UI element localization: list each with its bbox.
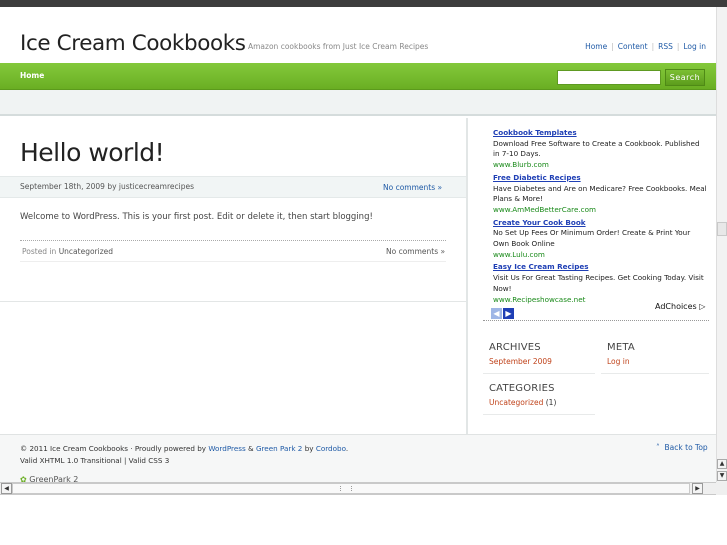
adchoices-icon: ▷ [699, 302, 706, 311]
scroll-up-icon[interactable]: ▲ [717, 459, 727, 469]
vertical-scrollbar[interactable] [716, 7, 727, 482]
top-links: Home | Content | RSS | Log in [585, 42, 706, 51]
post-body: Welcome to WordPress. This is your first… [20, 212, 373, 222]
footer-comments-link[interactable]: No comments » [386, 247, 445, 256]
ad-nav: ◀ ▶ [491, 301, 515, 320]
link-separator: | [676, 42, 680, 51]
amp-text: & [248, 444, 254, 453]
post-date-author: September 18th, 2009 by justicecreamreci… [20, 182, 194, 191]
category-item: Uncategorized (1) [489, 398, 556, 407]
ad-block: Cookbook Templates Download Free Softwar… [493, 128, 708, 307]
copyright-text: © 2011 Ice Cream Cookbooks · Proudly pow… [20, 444, 207, 453]
back-to-top-link[interactable]: ˄ Back to Top [656, 443, 708, 452]
vertical-scrollbar-thumb[interactable] [717, 222, 727, 236]
chevron-left-icon[interactable]: ◀ [491, 308, 502, 319]
link-separator: | [611, 42, 614, 51]
scrollbar-corner [716, 482, 727, 495]
up-arrow-icon: ˄ [656, 443, 660, 452]
adchoices-label: AdChoices [655, 302, 697, 311]
category-link[interactable]: Uncategorized [489, 398, 543, 407]
scroll-left-icon[interactable]: ◀ [1, 483, 12, 494]
validation-links[interactable]: Valid XHTML 1.0 Transitional | Valid CSS… [20, 456, 169, 465]
category-link[interactable]: Uncategorized [59, 247, 113, 256]
ad-item[interactable]: Easy Ice Cream Recipes Visit Us For Grea… [493, 262, 708, 305]
ad-title[interactable]: Free Diabetic Recipes [493, 173, 708, 184]
categories-heading: CATEGORIES [489, 383, 555, 394]
scroll-right-icon[interactable]: ▶ [692, 483, 703, 494]
posted-in: Posted in Uncategorized [22, 247, 113, 256]
post-title[interactable]: Hello world! [20, 138, 165, 167]
wordpress-link[interactable]: WordPress [208, 444, 245, 453]
archives-heading: ARCHIVES [489, 342, 541, 353]
nav-item-home[interactable]: Home [20, 71, 44, 80]
by-text: by [304, 444, 314, 453]
main-navbar: Home Search [0, 63, 716, 90]
widget-divider [601, 373, 709, 374]
ad-separator [483, 320, 709, 321]
top-link-login[interactable]: Log in [683, 42, 706, 51]
back-to-top-label: Back to Top [664, 443, 708, 452]
footer-credits: © 2011 Ice Cream Cookbooks · Proudly pow… [20, 444, 349, 453]
ad-text: No Set Up Fees Or Minimum Order! Create … [493, 228, 691, 249]
ad-text: Download Free Software to Create a Cookb… [493, 138, 700, 159]
site-description: Amazon cookbooks from Just Ice Cream Rec… [248, 42, 429, 51]
meta-heading: META [607, 342, 635, 353]
author-link[interactable]: Cordobo [316, 444, 346, 453]
top-link-rss[interactable]: RSS [658, 42, 673, 51]
ad-title[interactable]: Create Your Cook Book [493, 218, 708, 229]
adchoices-link[interactable]: AdChoices ▷ [655, 302, 705, 311]
scroll-down-icon[interactable]: ▼ [717, 471, 727, 481]
scrollbar-grip [340, 486, 352, 491]
meta-login-link[interactable]: Log in [607, 357, 630, 366]
ad-title[interactable]: Easy Ice Cream Recipes [493, 262, 708, 273]
site-title[interactable]: Ice Cream Cookbooks [20, 31, 246, 56]
ad-text: Visit Us For Great Tasting Recipes. Get … [493, 273, 704, 293]
category-count: (1) [545, 398, 557, 407]
widget-divider [483, 373, 595, 374]
ad-text: Have Diabetes and Are on Medicare? Free … [493, 183, 707, 204]
comments-link[interactable]: No comments » [383, 183, 442, 192]
theme-link[interactable]: Green Park 2 [256, 444, 302, 453]
column-divider [466, 118, 468, 434]
widget-divider [483, 414, 595, 415]
search-button[interactable]: Search [665, 69, 705, 86]
top-dark-bar [0, 0, 727, 7]
ad-title[interactable]: Cookbook Templates [493, 128, 708, 139]
archive-link[interactable]: September 2009 [489, 357, 552, 366]
ad-item[interactable]: Cookbook Templates Download Free Softwar… [493, 128, 708, 171]
search-input[interactable] [557, 70, 661, 85]
ad-url[interactable]: www.AmMedBetterCare.com [493, 205, 708, 216]
ad-item[interactable]: Create Your Cook Book No Set Up Fees Or … [493, 218, 708, 261]
chevron-right-icon[interactable]: ▶ [503, 308, 514, 319]
sub-navbar [0, 90, 716, 116]
top-link-home[interactable]: Home [585, 42, 607, 51]
top-link-content[interactable]: Content [618, 42, 648, 51]
link-separator: | [651, 42, 655, 51]
ad-url[interactable]: www.Blurb.com [493, 160, 708, 171]
ad-item[interactable]: Free Diabetic Recipes Have Diabetes and … [493, 173, 708, 216]
ad-url[interactable]: www.Lulu.com [493, 250, 708, 261]
posted-in-label: Posted in [22, 247, 57, 256]
